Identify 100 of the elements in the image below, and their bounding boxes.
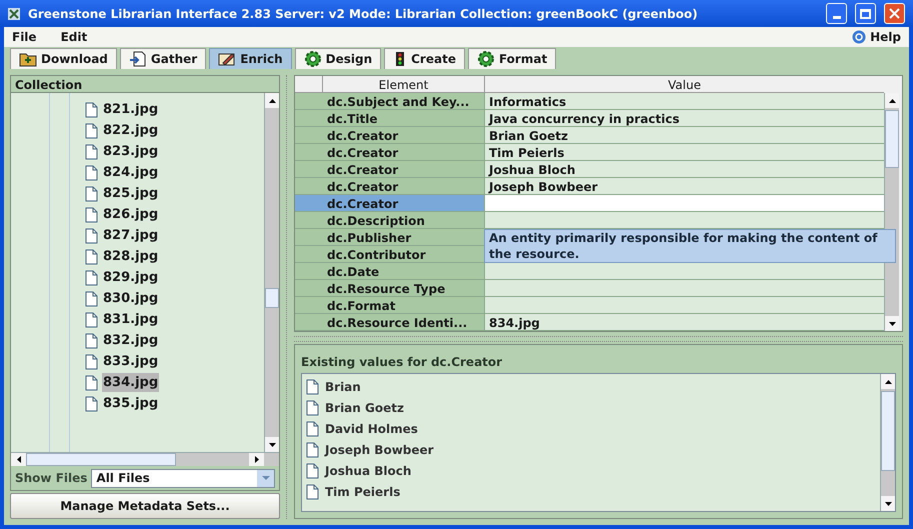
element-cell[interactable]: dc.Creator: [323, 144, 485, 160]
file-icon: [85, 396, 98, 412]
tab[interactable]: Format: [468, 48, 556, 69]
horizontal-scrollbar[interactable]: [11, 452, 279, 466]
tree-item[interactable]: 829.jpg: [102, 268, 160, 288]
tree-item[interactable]: 828.jpg: [102, 246, 160, 266]
show-files-label: Show Files: [15, 470, 88, 487]
row-header[interactable]: [295, 93, 323, 109]
gear-icon: [304, 50, 322, 68]
show-files-dropdown[interactable]: All Files: [91, 468, 275, 488]
row-header[interactable]: [295, 229, 323, 245]
row-header[interactable]: [295, 127, 323, 143]
list-item[interactable]: Joshua Bloch: [325, 462, 412, 480]
file-icon: [85, 102, 98, 118]
value-field[interactable]: [485, 195, 884, 211]
tree-item[interactable]: 830.jpg: [102, 288, 160, 308]
maximize-button[interactable]: [855, 3, 876, 24]
element-cell[interactable]: dc.Creator: [323, 161, 485, 177]
up-arrow-icon: [888, 98, 896, 102]
row-header[interactable]: [295, 110, 323, 126]
element-cell[interactable]: dc.Title: [323, 110, 485, 126]
gear-icon: [476, 50, 495, 68]
vertical-scrollbar[interactable]: [264, 93, 279, 452]
scroll-thumb[interactable]: [881, 391, 895, 471]
tab[interactable]: Create: [384, 48, 465, 69]
tab[interactable]: Design: [294, 48, 382, 69]
tree-item[interactable]: 824.jpg: [102, 162, 160, 182]
file-icon: [85, 332, 98, 348]
list-item[interactable]: Brian Goetz: [325, 398, 404, 416]
tree-item[interactable]: 823.jpg: [102, 142, 160, 162]
tree-item[interactable]: 826.jpg: [102, 204, 160, 224]
list-item[interactable]: Tim Peierls: [325, 482, 400, 500]
element-cell[interactable]: dc.Publisher: [323, 229, 485, 245]
file-icon: [85, 186, 98, 202]
file-icon: [306, 462, 319, 478]
tree-item[interactable]: 832.jpg: [102, 330, 160, 350]
scroll-thumb[interactable]: [265, 288, 279, 308]
tree-item[interactable]: 822.jpg: [102, 120, 160, 140]
document-arrow-icon: [128, 51, 147, 67]
vertical-scrollbar[interactable]: [880, 374, 895, 511]
file-icon: [85, 144, 98, 160]
manage-metadata-sets-button[interactable]: Manage Metadata Sets...: [10, 493, 280, 519]
file-icon: [85, 122, 98, 138]
list-item[interactable]: Brian: [325, 378, 361, 396]
tree-item[interactable]: 827.jpg: [102, 226, 160, 246]
file-icon: [85, 270, 98, 286]
window-title: Greenstone Librarian Interface 2.83 Server: v2 Mode: Librarian Collection: greenBookC (greenboo): [28, 6, 699, 22]
row-header[interactable]: [295, 263, 323, 279]
tree-item[interactable]: 833.jpg: [102, 352, 160, 372]
tree-item[interactable]: 825.jpg: [102, 184, 160, 204]
tree-item[interactable]: 821.jpg: [102, 100, 160, 120]
tab[interactable]: Gather: [120, 48, 206, 69]
file-icon: [85, 374, 98, 390]
row-header[interactable]: [295, 178, 323, 194]
close-button[interactable]: [884, 3, 905, 24]
help-icon: [852, 30, 866, 44]
up-arrow-icon: [884, 380, 892, 384]
file-icon: [306, 442, 319, 458]
tab[interactable]: Download: [10, 48, 117, 69]
row-header[interactable]: [295, 195, 323, 211]
file-icon: [85, 290, 98, 306]
tree-item[interactable]: 831.jpg: [102, 310, 160, 330]
row-header[interactable]: [295, 212, 323, 228]
list-item[interactable]: David Holmes: [325, 420, 418, 438]
up-arrow-icon: [268, 98, 276, 102]
down-arrow-icon: [268, 442, 276, 446]
file-icon: [85, 228, 98, 244]
tab[interactable]: Enrich: [209, 48, 292, 69]
element-cell[interactable]: dc.Creator: [323, 127, 485, 143]
row-header[interactable]: [295, 161, 323, 177]
element-cell[interactable]: dc.Contributor: [323, 246, 485, 262]
column-header[interactable]: Value: [485, 76, 884, 92]
help-button[interactable]: Help: [852, 28, 901, 46]
element-cell[interactable]: dc.Creator: [323, 195, 485, 211]
row-header[interactable]: [295, 314, 323, 330]
element-cell[interactable]: dc.Resource Type: [323, 280, 485, 296]
menu-item[interactable]: Edit: [60, 28, 88, 46]
scroll-thumb[interactable]: [885, 110, 899, 168]
file-icon: [85, 206, 98, 222]
menu-item[interactable]: File: [12, 28, 37, 46]
element-cell[interactable]: dc.Format: [323, 297, 485, 313]
right-arrow-icon: [254, 456, 258, 463]
element-cell[interactable]: dc.Creator: [323, 178, 485, 194]
file-icon: [85, 354, 98, 370]
element-cell[interactable]: dc.Resource Identi...: [323, 314, 485, 330]
existing-values-label: Existing values for dc.Creator: [301, 354, 504, 371]
element-cell[interactable]: dc.Date: [323, 263, 485, 279]
minimize-button[interactable]: [826, 3, 847, 24]
file-icon: [306, 420, 319, 436]
row-header[interactable]: [295, 297, 323, 313]
tree-item[interactable]: 835.jpg: [102, 394, 160, 414]
element-cell[interactable]: dc.Description: [323, 212, 485, 228]
tree-item[interactable]: 834.jpg: [102, 372, 160, 392]
element-cell[interactable]: dc.Subject and Key...: [323, 93, 485, 109]
row-header[interactable]: [295, 144, 323, 160]
row-header[interactable]: [295, 280, 323, 296]
tooltip: An entity primarily responsible for making the content of the resource.: [484, 229, 896, 263]
row-header[interactable]: [295, 246, 323, 262]
column-header[interactable]: Element: [323, 76, 485, 92]
list-item[interactable]: Joseph Bowbeer: [325, 440, 434, 458]
